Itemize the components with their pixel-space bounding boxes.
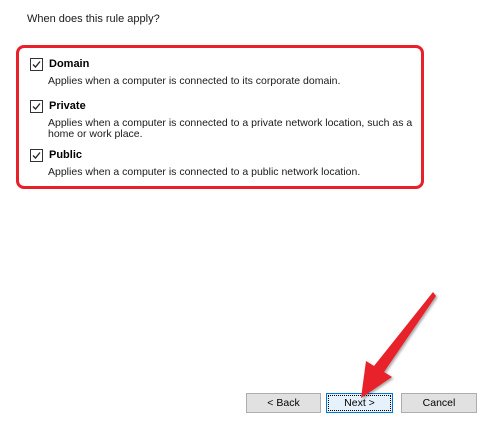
back-button[interactable]: < Back: [246, 393, 321, 413]
domain-label[interactable]: Domain: [49, 58, 89, 70]
checkmark-icon: [32, 102, 41, 110]
cancel-button-label: Cancel: [422, 397, 456, 409]
public-description: Applies when a computer is connected to …: [48, 166, 361, 178]
checkmark-icon: [32, 151, 41, 159]
back-button-label: < Back: [267, 397, 300, 409]
cancel-button[interactable]: Cancel: [401, 393, 477, 413]
question-label: When does this rule apply?: [27, 13, 160, 25]
next-button[interactable]: Next >: [326, 393, 393, 413]
domain-checkbox[interactable]: [30, 57, 43, 71]
option-private: Private Applies when a computer is conne…: [30, 99, 430, 140]
domain-description: Applies when a computer is connected to …: [48, 75, 341, 87]
private-label[interactable]: Private: [49, 100, 86, 112]
public-label[interactable]: Public: [49, 149, 82, 161]
focus-outline: [328, 395, 391, 411]
checkmark-icon: [32, 60, 41, 68]
private-description: Applies when a computer is connected to …: [48, 117, 413, 140]
option-public: Public Applies when a computer is connec…: [30, 148, 430, 178]
firewall-rule-wizard-page: When does this rule apply? Domain Applie…: [0, 0, 484, 429]
option-domain: Domain Applies when a computer is connec…: [30, 57, 430, 87]
private-checkbox[interactable]: [30, 99, 43, 113]
public-checkbox[interactable]: [30, 148, 43, 162]
